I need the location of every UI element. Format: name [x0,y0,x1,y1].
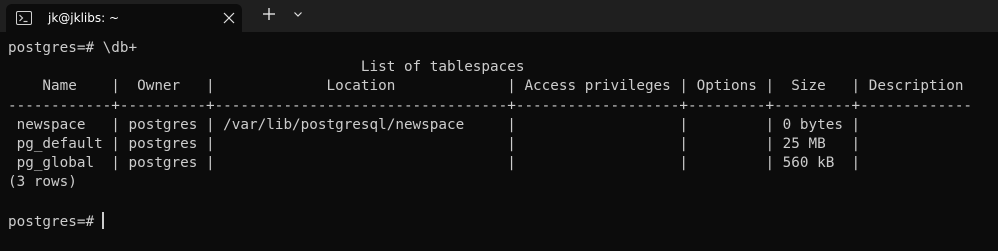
new-tab-button[interactable] [258,6,280,26]
tab-dropdown-button[interactable] [290,8,306,24]
terminal-window: jk@jklibs: ~ postgres=# \db+ List of tab… [0,0,998,251]
command-line: postgres=# \db+ [8,40,138,56]
table-row: newspace | postgres | /var/lib/postgresq… [8,116,861,133]
table-header-row: Name | Owner | Location | Access privile… [8,78,964,95]
table-row: pg_global | postgres | | | | 560 kB | [8,155,861,172]
cursor [102,211,105,229]
row-count: (3 rows) [8,174,77,191]
tab-active[interactable]: jk@jklibs: ~ [6,4,242,32]
prompt: postgres=# [8,213,95,230]
prompt-line: postgres=# [8,211,105,231]
chevron-down-icon [292,7,304,25]
tab-bar: jk@jklibs: ~ [0,0,998,32]
close-icon[interactable] [222,11,236,25]
terminal-icon [16,11,32,25]
table-title: List of tablespaces [8,59,525,76]
table-row: pg_default | postgres | | | | 25 MB | [8,136,861,152]
table-separator-row: ------------+----------+----------------… [8,97,973,114]
plus-icon [261,6,277,27]
terminal-output[interactable]: postgres=# \db+ List of tablespaces Name… [8,39,993,251]
tab-title: jk@jklibs: ~ [48,11,120,25]
